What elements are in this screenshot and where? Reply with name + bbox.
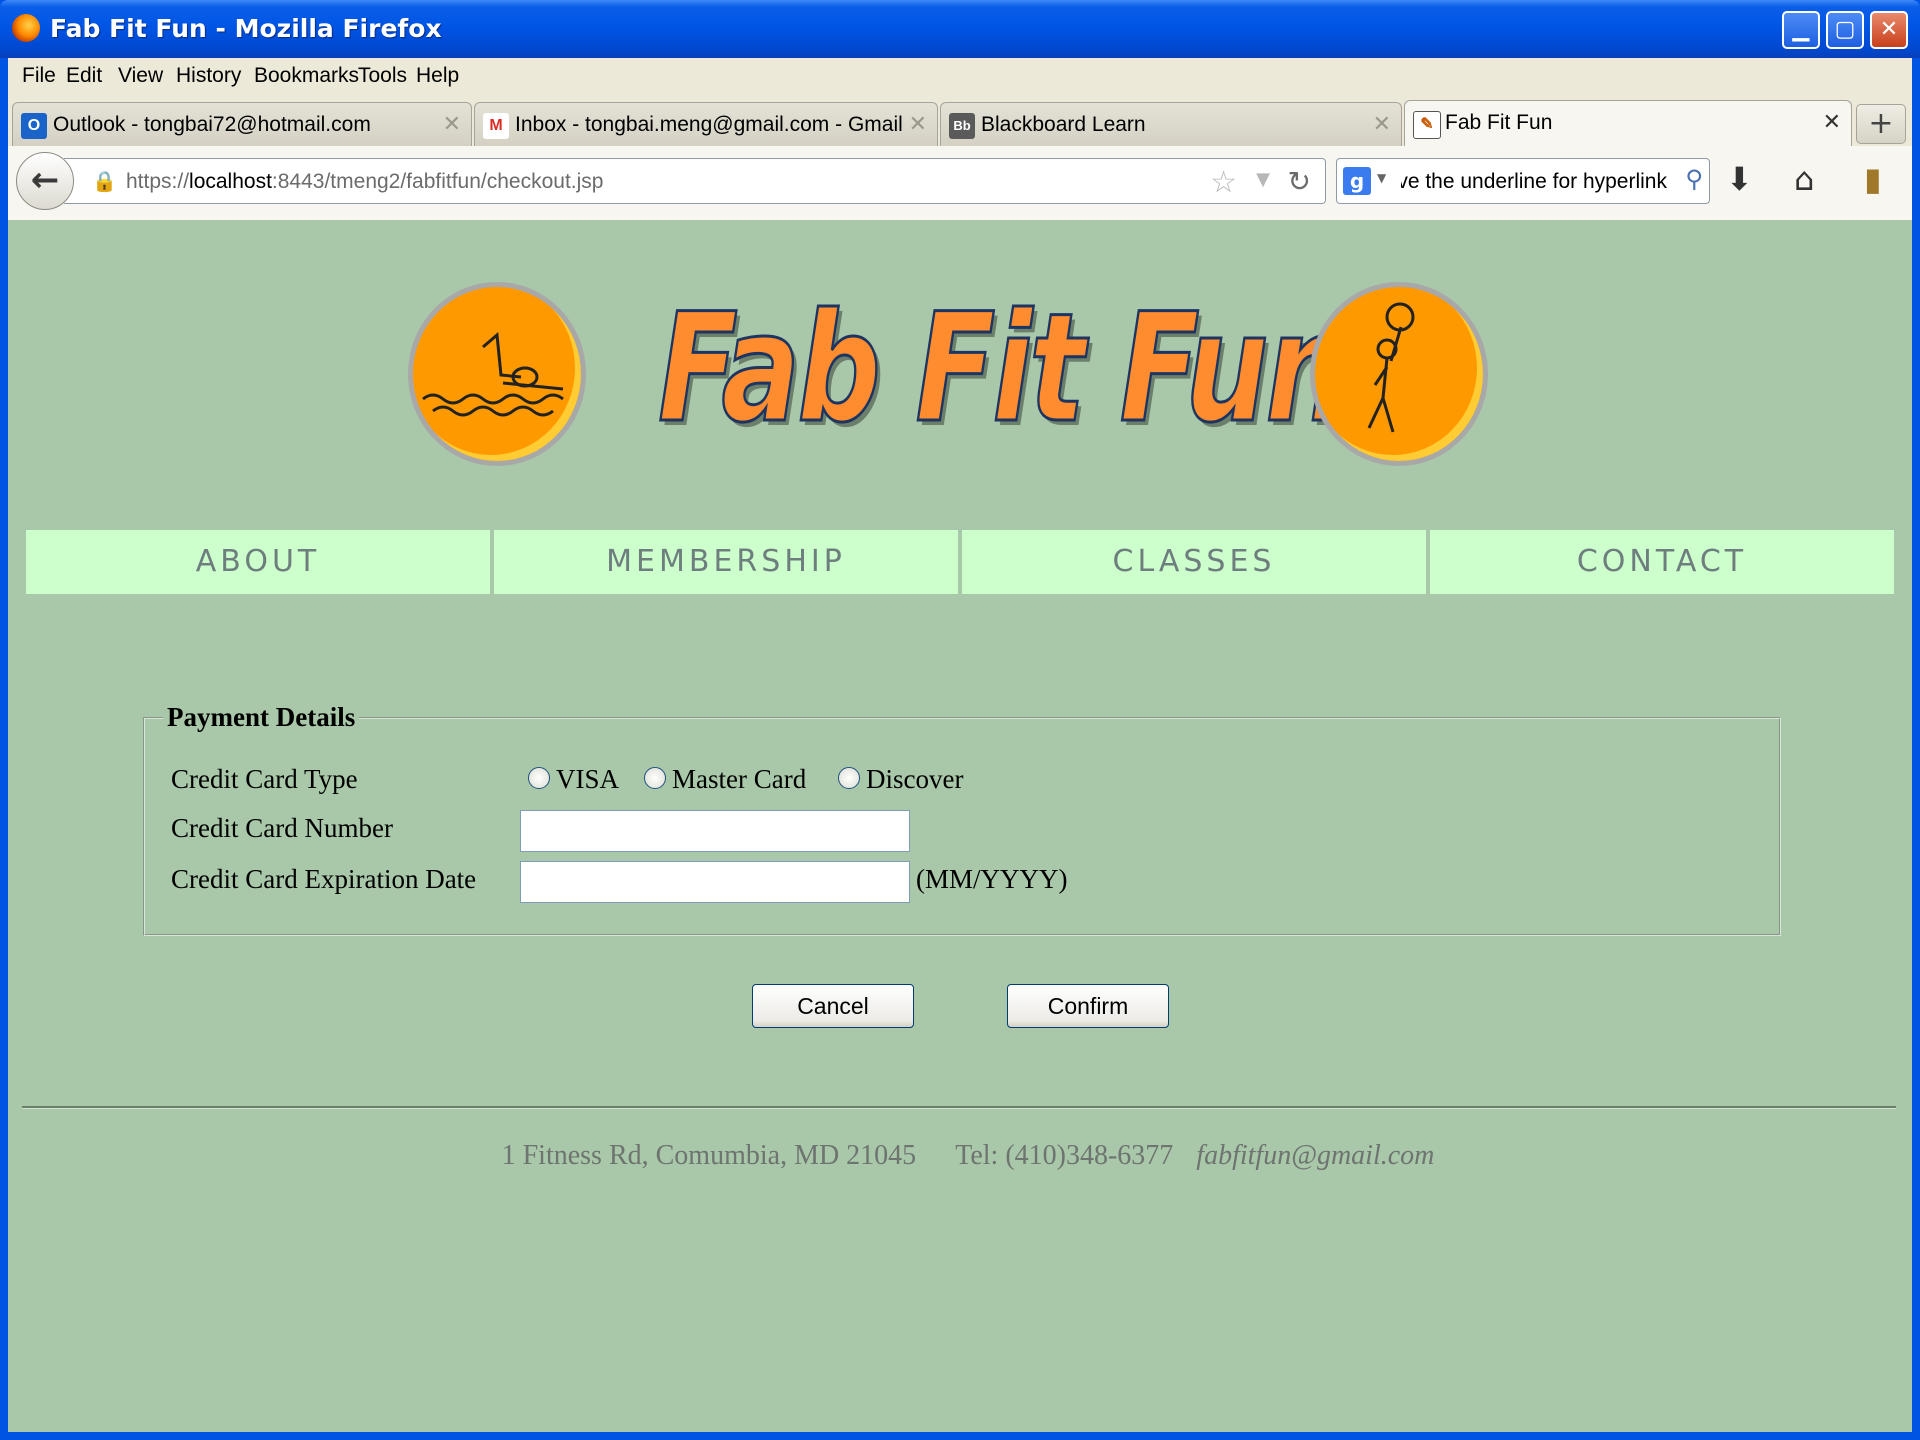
swimmer-logo-icon: [408, 282, 586, 466]
maximize-button[interactable]: ▢: [1826, 11, 1864, 49]
browser-window: Fab Fit Fun - Mozilla Firefox ▁ ▢ ✕ File…: [0, 0, 1920, 1440]
radio-mastercard[interactable]: [644, 767, 666, 789]
window-title: Fab Fit Fun - Mozilla Firefox: [50, 14, 442, 43]
nav-contact[interactable]: CONTACT: [1430, 530, 1894, 594]
radio-discover[interactable]: [838, 767, 860, 789]
tab-label: Blackboard Learn: [981, 113, 1146, 136]
menu-edit[interactable]: Edit: [66, 64, 102, 88]
radio-discover-label[interactable]: Discover: [866, 764, 963, 795]
search-input[interactable]: ve the underline for hyperlink: [1401, 170, 1667, 194]
menu-bar: File Edit View History Bookmarks Tools H…: [8, 58, 1912, 98]
url-dropdown-icon[interactable]: ▼: [1256, 169, 1270, 190]
tab-gmail[interactable]: M Inbox - tongbai.meng@gmail.com - Gmail…: [474, 102, 938, 146]
nav-classes[interactable]: CLASSES: [962, 530, 1426, 594]
url-text[interactable]: https://localhost:8443/tmeng2/fabfitfun/…: [126, 170, 603, 194]
fabfitfun-favicon: ✎: [1413, 111, 1441, 139]
search-bar[interactable]: g ▼ ve the underline for hyperlink ⚲: [1336, 158, 1710, 204]
menu-help[interactable]: Help: [416, 64, 459, 88]
tab-label: Inbox - tongbai.meng@gmail.com - Gmail: [515, 113, 903, 136]
menu-view[interactable]: View: [118, 64, 163, 88]
card-type-label: Credit Card Type: [171, 764, 358, 794]
site-footer: 1 Fitness Rd, Comumbia, MD 21045 Tel: (4…: [8, 1140, 1912, 1172]
search-magnifier-icon[interactable]: ⚲: [1685, 165, 1703, 193]
title-bar[interactable]: Fab Fit Fun - Mozilla Firefox ▁ ▢ ✕: [0, 0, 1920, 58]
footer-address: 1 Fitness Rd, Comumbia, MD 21045: [501, 1140, 917, 1171]
gmail-icon: M: [483, 113, 509, 139]
footer-divider: [22, 1106, 1896, 1109]
home-icon[interactable]: ⌂: [1794, 160, 1814, 198]
tab-close-icon[interactable]: ✕: [443, 111, 461, 137]
tab-blackboard[interactable]: Bb Blackboard Learn ✕: [940, 102, 1402, 146]
expiration-format-hint: (MM/YYYY): [916, 864, 1068, 894]
menu-tools[interactable]: Tools: [358, 64, 407, 88]
bookmarks-icon[interactable]: ▮: [1864, 160, 1882, 198]
card-number-label: Credit Card Number: [171, 813, 393, 843]
volleyball-player-logo-icon: [1310, 282, 1488, 466]
downloads-icon[interactable]: ⬇: [1726, 160, 1753, 198]
tab-outlook[interactable]: O Outlook - tongbai72@hotmail.com ✕: [12, 102, 472, 146]
lock-icon[interactable]: 🔒: [92, 169, 117, 193]
new-tab-button[interactable]: +: [1856, 104, 1906, 144]
back-button[interactable]: ←: [16, 152, 74, 210]
minimize-button[interactable]: ▁: [1782, 11, 1820, 49]
card-number-input[interactable]: [520, 810, 910, 852]
close-window-button[interactable]: ✕: [1870, 11, 1908, 49]
radio-mastercard-label[interactable]: Master Card: [672, 764, 806, 795]
browser-chrome: File Edit View History Bookmarks Tools H…: [8, 58, 1912, 221]
url-bar[interactable]: 🔒 https://localhost:8443/tmeng2/fabfitfu…: [64, 158, 1326, 204]
menu-bookmarks[interactable]: Bookmarks: [254, 64, 359, 88]
radio-visa[interactable]: [528, 767, 550, 789]
menu-file[interactable]: File: [22, 64, 56, 88]
blackboard-icon: Bb: [949, 113, 975, 139]
reload-icon[interactable]: ↻: [1288, 165, 1311, 198]
tab-close-icon[interactable]: ✕: [909, 111, 927, 137]
tab-close-icon[interactable]: ✕: [1823, 109, 1841, 135]
site-nav: ABOUT MEMBERSHIP CLASSES CONTACT: [26, 530, 1894, 594]
bookmark-star-icon[interactable]: ☆: [1210, 165, 1237, 200]
navigation-toolbar: 🔒 https://localhost:8443/tmeng2/fabfitfu…: [8, 146, 1912, 221]
firefox-icon: [12, 14, 40, 42]
outlook-icon: O: [21, 113, 47, 139]
google-engine-icon[interactable]: g: [1343, 167, 1371, 195]
nav-membership[interactable]: MEMBERSHIP: [494, 530, 958, 594]
tab-label: Fab Fit Fun: [1445, 111, 1553, 134]
expiration-input[interactable]: [520, 861, 910, 903]
engine-dropdown-icon[interactable]: ▼: [1377, 171, 1386, 185]
tab-fabfitfun[interactable]: ✎ Fab Fit Fun ✕: [1404, 100, 1852, 146]
cancel-button[interactable]: Cancel: [752, 984, 914, 1028]
tab-close-icon[interactable]: ✕: [1373, 111, 1391, 137]
expiration-label: Credit Card Expiration Date: [171, 864, 477, 894]
tab-label: Outlook - tongbai72@hotmail.com: [53, 113, 371, 136]
menu-history[interactable]: History: [176, 64, 241, 88]
nav-about[interactable]: ABOUT: [26, 530, 490, 594]
radio-visa-label[interactable]: VISA: [556, 764, 619, 795]
footer-email-link[interactable]: fabfitfun@gmail.com: [1196, 1140, 1434, 1171]
page-content: Fab Fit Fun ABOUT MEMBERSHIP CLASSES CON…: [8, 220, 1912, 1432]
tab-strip: O Outlook - tongbai72@hotmail.com ✕ M In…: [8, 98, 1912, 146]
payment-details-legend: Payment Details: [167, 702, 356, 732]
site-logo-text: Fab Fit Fun: [657, 282, 1350, 456]
footer-tel: Tel: (410)348-6377: [955, 1140, 1174, 1171]
confirm-button[interactable]: Confirm: [1007, 984, 1169, 1028]
